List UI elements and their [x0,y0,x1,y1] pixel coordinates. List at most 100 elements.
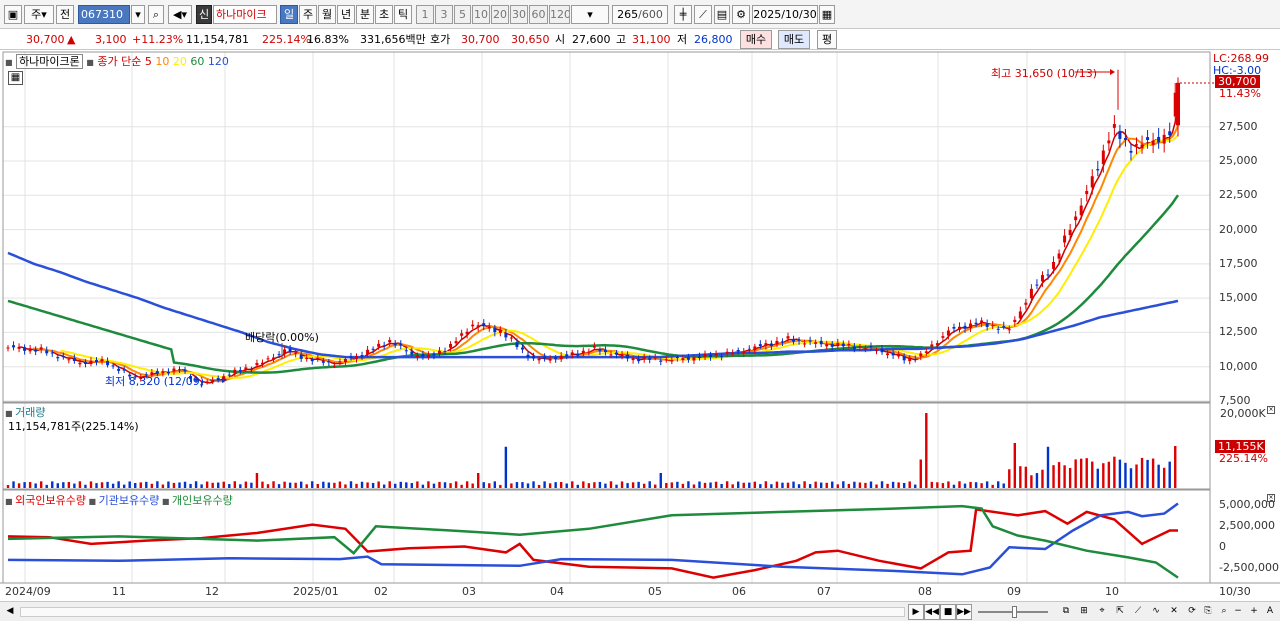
close-icon[interactable]: × [1267,494,1275,502]
calculator-icon[interactable]: ▦ [8,71,23,85]
candle [100,356,104,365]
moving-averages [7,69,1214,384]
candle [1052,256,1056,274]
copy-icon[interactable]: ⎘ [1200,604,1216,620]
calendar-icon[interactable]: ▦ [819,5,835,24]
window-icon[interactable]: ▣ [4,5,22,24]
buy-button[interactable]: 매수 [740,30,772,49]
volume-bar [266,484,270,488]
speed-slider-handle[interactable] [1012,606,1017,618]
play-icon[interactable]: ▶ [908,604,924,620]
volume-bar [410,483,414,488]
extra-select[interactable]: ▾ [571,5,609,24]
draw-line-icon[interactable]: ⟋ [694,5,712,24]
gear-icon[interactable]: ⚙ [732,5,750,24]
volume-current-pct: 225.14% [1219,452,1268,465]
font-icon[interactable]: A [1262,604,1278,620]
scroll-track[interactable] [20,607,905,617]
interval-120[interactable]: 120 [549,5,570,24]
volume-bar [642,483,646,488]
volume-bar [698,481,701,488]
stock-name[interactable]: 하나마이크 [213,5,277,24]
volume-bar [687,481,690,488]
candle [941,332,945,341]
dividend-note: 배당락(0.00%) [245,331,319,344]
grid-icon[interactable]: ⊞ [1076,604,1092,620]
volume-bar [1030,475,1033,488]
zoom-in-icon[interactable]: + [1246,604,1262,620]
period-tab-4[interactable]: 분 [356,5,374,24]
holdings-y-tick: 2,500,000 [1219,519,1275,533]
interval-20[interactable]: 20 [491,5,509,24]
zoom-out-icon[interactable]: − [1230,604,1246,620]
rewind-icon[interactable]: ◀◀ [924,604,940,620]
x-axis-label: 09 [1007,585,1021,598]
interval-30[interactable]: 30 [510,5,528,24]
chart-canvas[interactable] [0,51,1280,601]
count-field[interactable]: 265/600 [612,5,668,24]
period-tab-5[interactable]: 초 [375,5,393,24]
x-axis-label: 2025/01 [293,585,339,598]
up-arrow-icon: ▲ [67,33,76,46]
candle-icon[interactable]: ╪ [674,5,692,24]
zoom-fit-icon[interactable]: ⧉ [1058,604,1074,620]
price-panel-name[interactable]: 하나마이크론 [16,54,83,69]
volume-bar [593,482,596,488]
forward-icon[interactable]: ▶▶ [956,604,972,620]
close-icon[interactable]: × [1267,406,1275,414]
interval-5[interactable]: 5 [454,5,471,24]
price-y-tick: 25,000 [1219,154,1258,167]
sound-icon[interactable]: ◀▾ [168,5,192,24]
interval-1[interactable]: 1 [416,5,434,24]
interval-10[interactable]: 10 [472,5,490,24]
volume-bar [349,481,353,488]
code-input[interactable]: 067310 [78,5,130,24]
volume-bar [421,484,425,488]
crosshair-icon[interactable]: ⌖ [1094,604,1110,620]
scroll-bar[interactable]: ◀ ▶ ◀◀ ■ ▶▶ ⧉ ⊞ ⌖ ⇱ ⟋ ∿ ✕ ⟳ ⎘ ⌕ − + A [0,601,1280,621]
chart-area[interactable]: ■ 하나마이크론 ■ 종가 단순 5 10 20 60 120 ▦ 최고 31,… [0,51,1280,601]
volume-bar [648,481,651,488]
volume-bar [548,483,552,488]
stop-icon[interactable]: ■ [940,604,956,620]
volume-bar [73,483,76,488]
refresh-icon[interactable]: ⟳ [1184,604,1200,620]
shin-badge[interactable]: 신 [196,5,212,24]
volume-bar [709,482,712,488]
period-tab-2[interactable]: 월 [318,5,336,24]
volume-bar [261,481,264,488]
code-dropdown-icon[interactable]: ▾ [131,5,145,24]
type-select[interactable]: 주▾ [24,5,54,24]
interval-60[interactable]: 60 [529,5,548,24]
period-tab-0[interactable]: 일 [280,5,298,24]
volume-bar [416,481,419,488]
ma-legend-120: 120 [204,55,229,68]
cursor-icon[interactable]: ⇱ [1112,604,1128,620]
line-tool-icon[interactable]: ⟋ [1130,604,1146,620]
volume-bar [145,481,148,488]
panel-marker-icon: ■ [85,497,99,506]
search-icon[interactable]: ⌕ [148,5,164,24]
save-icon[interactable]: ▤ [714,5,730,24]
volume-bar [84,484,87,488]
period-tab-1[interactable]: 주 [299,5,317,24]
prev-button[interactable]: 전 [56,5,74,24]
holdings-foreign-line [7,507,1178,579]
date-input[interactable]: 2025/10/30 [752,5,818,24]
interval-3[interactable]: 3 [435,5,453,24]
candle [1090,169,1094,195]
volume-bar [559,481,563,488]
candle [23,344,27,355]
candle [1112,115,1116,136]
avg-button[interactable]: 평 [817,30,837,49]
sell-button[interactable]: 매도 [778,30,810,49]
scroll-left-icon[interactable]: ◀ [2,604,18,620]
period-tab-6[interactable]: 틱 [394,5,412,24]
wave-icon[interactable]: ∿ [1148,604,1164,620]
period-tab-3[interactable]: 년 [337,5,355,24]
volume-bar [692,484,696,488]
volume-bar [67,481,71,488]
volume-bar [1024,466,1028,488]
volume-bar [808,484,812,488]
pattern-icon[interactable]: ✕ [1166,604,1182,620]
